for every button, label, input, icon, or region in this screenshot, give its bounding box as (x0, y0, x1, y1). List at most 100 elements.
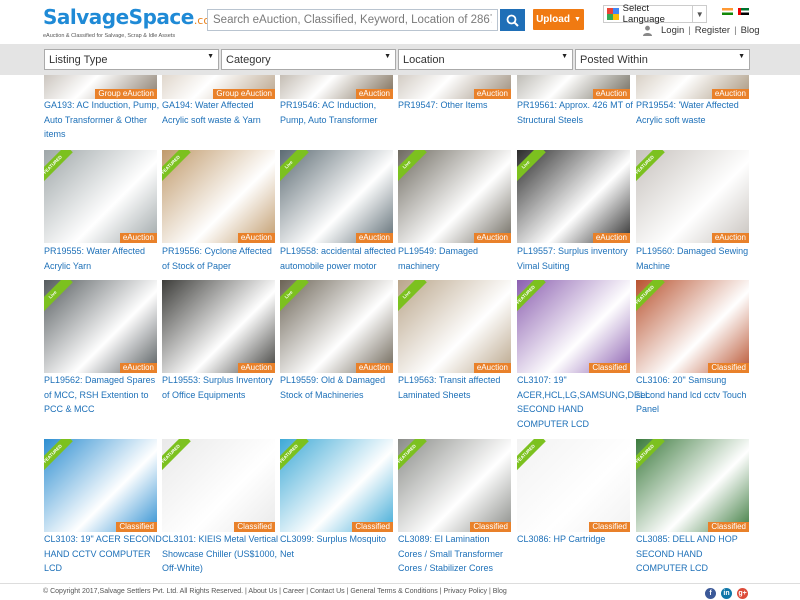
listing-thumbnail[interactable]: Live eAuction (280, 150, 393, 243)
site-footer: © Copyright 2017,Salvage Settlers Pvt. L… (0, 583, 800, 600)
listing-type-badge: eAuction (119, 233, 157, 243)
caret-down-icon: ▼ (738, 53, 745, 60)
listing-thumbnail[interactable]: eAuction (398, 75, 511, 99)
google-plus-icon[interactable]: g+ (737, 588, 748, 599)
search-button[interactable] (500, 9, 525, 31)
listing-thumbnail[interactable]: FEATURED Classified (280, 439, 393, 532)
listing-thumbnail[interactable]: Live eAuction (517, 150, 630, 243)
logo-text-salvage: Salvage (43, 5, 129, 29)
caret-down-icon: ▼ (692, 6, 706, 22)
listing-type-badge: Classified (116, 522, 157, 532)
listing-thumbnail[interactable]: FEATURED Classified (44, 439, 157, 532)
listing-thumbnail[interactable]: FEATURED eAuction (636, 150, 749, 243)
listing-title-link[interactable]: CL3085: DELL AND HOP SECOND HAND COMPUTE… (636, 532, 754, 576)
login-link[interactable]: Login (661, 25, 684, 36)
site-logo[interactable]: SalvageSpace.com eAuction & Classified f… (43, 6, 221, 39)
listing-title-link[interactable]: PL19562: Damaged Spares of MCC, RSH Exte… (44, 373, 162, 417)
listing-title-link[interactable]: PR19547: Other Items (398, 98, 516, 113)
listing-grid: Group eAuction GA193: AC Induction, Pump,… (0, 75, 800, 583)
listing-thumbnail[interactable]: eAuction (517, 75, 630, 99)
listing-title-link[interactable]: PR19546: AC Induction, Pump, Auto Transf… (280, 98, 398, 127)
listing-thumbnail[interactable]: eAuction (162, 280, 275, 373)
listing-thumbnail[interactable]: Live eAuction (398, 280, 511, 373)
listing-title-link[interactable]: CL3107: 19" ACER,HCL,LG,SAMSUNG,DELL SEC… (517, 373, 650, 431)
listing-thumbnail[interactable]: Live eAuction (280, 280, 393, 373)
listing-thumbnail[interactable]: FEATURED eAuction (44, 150, 157, 243)
separator: | (688, 25, 691, 36)
logo-text-space: Space (128, 5, 195, 29)
listing-thumbnail[interactable]: Group eAuction (44, 75, 157, 99)
listing-title-link[interactable]: CL3101: KIEIS Metal Vertical Showcase Ch… (162, 532, 280, 576)
listing-title-link[interactable]: PL19563: Transit affected Laminated Shee… (398, 373, 516, 402)
register-link[interactable]: Register (695, 25, 730, 36)
listing-type-badge: eAuction (237, 233, 275, 243)
upload-button[interactable]: Upload ▼ (533, 9, 584, 30)
listing-title-link[interactable]: PL19558: accidental affected automobile … (280, 244, 398, 273)
filter-label: Category (226, 53, 271, 66)
listing-type-badge: eAuction (355, 363, 393, 373)
filter-label: Location (403, 53, 445, 66)
listing-title-link[interactable]: PR19554: 'Water Affected Acrylic soft wa… (636, 98, 754, 127)
listing-title-link[interactable]: CL3103: 19" ACER SECOND HAND CCTV COMPUT… (44, 532, 162, 576)
filter-label: Posted Within (580, 53, 648, 66)
listing-thumbnail[interactable]: FEATURED Classified (517, 439, 630, 532)
listing-title-link[interactable]: PL19553: Surplus Inventory of Office Equ… (162, 373, 280, 402)
listing-title-link[interactable]: PL19557: Surplus inventory Vimal Suiting (517, 244, 635, 273)
language-select[interactable]: Select Language ▼ (603, 3, 707, 25)
listing-thumbnail[interactable]: eAuction (636, 75, 749, 99)
logo-tagline: eAuction & Classified for Salvage, Scrap… (43, 33, 176, 39)
listing-type-badge: eAuction (473, 363, 511, 373)
filter-bar: Listing Type ▼ Category ▼ Location ▼ Pos… (0, 44, 800, 75)
separator: | (734, 25, 737, 36)
listing-title-link[interactable]: CL3099: Surplus Mosquito Net (280, 532, 398, 561)
search-input[interactable] (207, 9, 498, 31)
listing-type-badge: Classified (708, 522, 749, 532)
google-translate-icon (606, 7, 620, 21)
listing-thumbnail[interactable]: FEATURED Classified (636, 439, 749, 532)
caret-down-icon: ▼ (573, 16, 581, 23)
listing-thumbnail[interactable]: FEATURED Classified (162, 439, 275, 532)
listing-title-link[interactable]: CL3086: HP Cartridge (517, 532, 635, 547)
caret-down-icon: ▼ (207, 53, 214, 60)
linkedin-icon[interactable]: in (721, 588, 732, 599)
listing-type-badge: Classified (589, 363, 630, 373)
listing-thumbnail[interactable]: FEATURED Classified (636, 280, 749, 373)
listing-type-badge: Classified (234, 522, 275, 532)
listing-type-badge: eAuction (592, 233, 630, 243)
facebook-icon[interactable]: f (705, 588, 716, 599)
listing-thumbnail[interactable]: Live eAuction (398, 150, 511, 243)
listing-title-link[interactable]: GA193: AC Induction, Pump, Auto Transfor… (44, 98, 162, 142)
listing-thumbnail[interactable]: FEATURED Classified (398, 439, 511, 532)
listing-type-badge: eAuction (237, 363, 275, 373)
listing-title-link[interactable]: PR19556: Cyclone Affected of Stock of Pa… (162, 244, 280, 273)
listing-title-link[interactable]: CL3106: 20" Samsung second hand lcd cctv… (636, 373, 754, 417)
listing-title-link[interactable]: PL19560: Damaged Sewing Machine (636, 244, 754, 273)
account-links: Login | Register | Blog (642, 25, 760, 36)
listing-thumbnail[interactable]: FEATURED eAuction (162, 150, 275, 243)
blog-link[interactable]: Blog (741, 25, 760, 36)
listing-title-link[interactable]: PR19555: Water Affected Acrylic Yarn (44, 244, 162, 273)
listing-type-badge: Classified (352, 522, 393, 532)
listing-title-link[interactable]: CL3089: EI Lamination Cores / Small Tran… (398, 532, 516, 576)
listing-thumbnail[interactable]: Live eAuction (44, 280, 157, 373)
filter-category[interactable]: Category ▼ (221, 49, 396, 70)
listing-title-link[interactable]: GA194: Water Affected Acrylic soft waste… (162, 98, 280, 127)
india-flag-icon[interactable] (722, 8, 733, 15)
language-label: Select Language (622, 3, 665, 25)
listing-title-link[interactable]: PR19561: Approx. 426 MT of Structural St… (517, 98, 635, 127)
listing-title-link[interactable]: PL19549: Damaged machinery (398, 244, 516, 273)
listing-thumbnail[interactable]: eAuction (280, 75, 393, 99)
listing-type-badge: Classified (470, 522, 511, 532)
listing-title-link[interactable]: PL19559: Old & Damaged Stock of Machiner… (280, 373, 398, 402)
user-icon (643, 25, 652, 36)
site-header: SalvageSpace.com eAuction & Classified f… (0, 0, 800, 44)
filter-listing-type[interactable]: Listing Type ▼ (44, 49, 219, 70)
filter-location[interactable]: Location ▼ (398, 49, 573, 70)
listing-thumbnail[interactable]: Group eAuction (162, 75, 275, 99)
caret-down-icon: ▼ (561, 53, 568, 60)
filter-posted-within[interactable]: Posted Within ▼ (575, 49, 750, 70)
footer-links[interactable]: © Copyright 2017,Salvage Settlers Pvt. L… (43, 588, 507, 595)
filter-label: Listing Type (49, 53, 108, 66)
uae-flag-icon[interactable] (738, 8, 749, 15)
listing-thumbnail[interactable]: FEATURED Classified (517, 280, 630, 373)
